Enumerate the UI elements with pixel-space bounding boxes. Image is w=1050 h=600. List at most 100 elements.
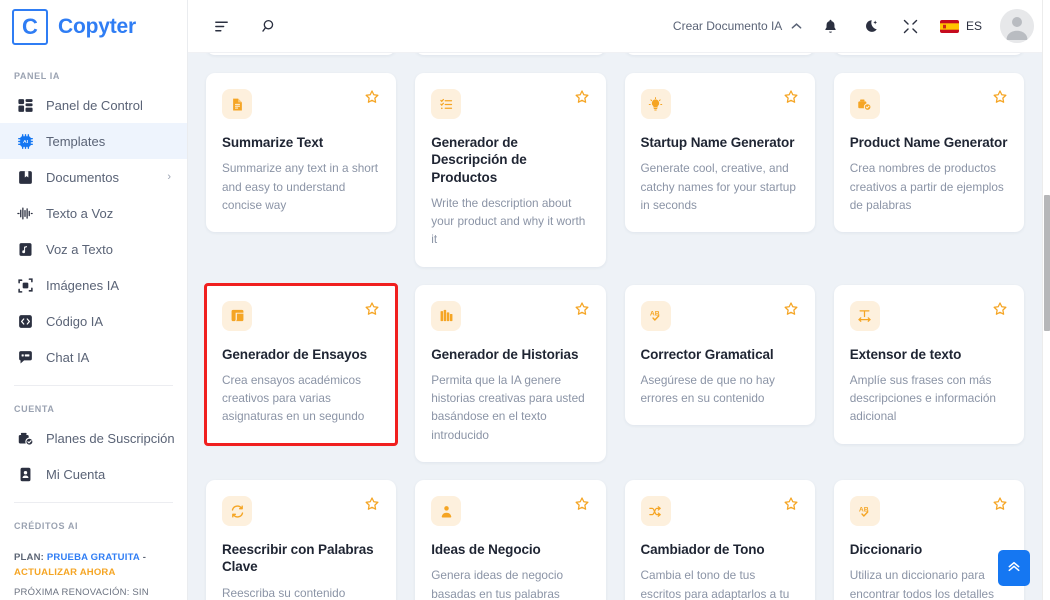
brand-name: Copyter (58, 14, 136, 38)
template-card-generador-de-ensayos[interactable]: Generador de Ensayos Crea ensayos académ… (203, 282, 399, 446)
templates-grid: Summarize Text Summarize any text in a s… (203, 53, 1024, 600)
spain-flag-icon (939, 19, 959, 33)
collapse-icon[interactable] (900, 15, 922, 37)
topbar: Crear Documento IA ES (188, 0, 1050, 53)
vertical-scrollbar[interactable] (1042, 0, 1050, 600)
sidebar-item-texto-a-voz[interactable]: Texto a Voz (0, 195, 187, 231)
template-card[interactable]: Reescribir con Palabras Clave Reescriba … (206, 480, 397, 600)
create-document-button[interactable]: Crear Documento IA (673, 19, 802, 33)
card-description: Permita que la IA genere historias creat… (431, 372, 585, 442)
star-outline-icon[interactable] (574, 496, 590, 512)
card-title: Generador de Ensayos (222, 346, 368, 362)
sidebar-item-panel-de-control[interactable]: Panel de Control (0, 87, 187, 123)
card-header (222, 496, 380, 527)
sidebar-item-label: Mi Cuenta (46, 466, 106, 482)
template-card[interactable]: Product Name Generator Crea nombres de p… (833, 73, 1024, 233)
star-outline-icon[interactable] (364, 89, 380, 105)
account-card-icon (16, 465, 34, 483)
sidebar-item-planes-de-suscripcion[interactable]: Planes de Suscripción (0, 420, 187, 456)
topbar-left-icons (188, 15, 280, 37)
language-code: ES (965, 19, 982, 33)
card-title: Cambiador de Tono (640, 542, 765, 558)
card-clipped-4[interactable] (833, 53, 1024, 55)
lightbulb-icon (640, 89, 671, 119)
sidebar-item-documentos[interactable]: Documentos › (0, 159, 187, 195)
card-description: Asegúrese de que no hay errores en su co… (640, 372, 775, 406)
avatar[interactable] (1000, 9, 1034, 43)
card-clipped-1[interactable] (206, 53, 397, 55)
template-card[interactable]: AB Corrector Gramatical Asegúrese de que… (624, 284, 815, 426)
card-title: Generador de Historias (431, 346, 579, 362)
scrollbar-thumb[interactable] (1044, 195, 1050, 331)
search-icon[interactable] (258, 15, 280, 37)
star-outline-icon[interactable] (992, 89, 1008, 105)
card-header (431, 89, 589, 119)
plan-separator: - (142, 552, 147, 563)
sidebar-section-account-label: CUENTA (14, 404, 55, 414)
sidebar-item-codigo-ia[interactable]: Código IA (0, 303, 187, 339)
credits-spacer (0, 537, 187, 549)
refresh-icon (222, 496, 252, 527)
card-title: Extensor de texto (849, 346, 962, 362)
templates-grid-scroll[interactable]: Summarize Text Summarize any text in a s… (188, 53, 1042, 600)
back-to-top-button[interactable] (998, 550, 1030, 586)
box-check-icon (849, 89, 880, 119)
card-title: Corrector Gramatical (640, 346, 774, 362)
star-outline-icon[interactable] (992, 496, 1008, 512)
star-outline-icon[interactable] (783, 496, 799, 512)
ai-chip-icon: AI (16, 132, 34, 150)
card-description: Generate cool, creative, and catchy name… (640, 161, 796, 212)
sidebar-item-imagenes-ia[interactable]: Imágenes IA (0, 267, 187, 303)
star-outline-icon[interactable] (783, 89, 799, 105)
sidebar-section-credits-label: CRÉDITOS AI (14, 521, 79, 531)
brand[interactable]: C Copyter (0, 0, 187, 53)
card-clipped-2[interactable] (415, 53, 606, 55)
list-menu-icon[interactable] (210, 15, 232, 37)
sidebar-item-mi-cuenta[interactable]: Mi Cuenta (0, 456, 187, 492)
moon-icon[interactable] (860, 15, 882, 37)
main-area: Crear Documento IA ES Summarize Text Sum… (188, 0, 1050, 600)
plan-line: PLAN: PRUEBA GRATUITA - ACTUALIZAR AHORA (14, 551, 173, 580)
sidebar-item-templates[interactable]: AI Templates (0, 123, 187, 159)
template-card[interactable]: Startup Name Generator Generate cool, cr… (624, 73, 815, 233)
template-card[interactable]: Cambiador de Tono Cambia el tono de tus … (624, 480, 815, 600)
star-outline-icon[interactable] (992, 301, 1008, 317)
card-header (849, 89, 1008, 119)
card-title: Reescribir con Palabras Clave (222, 542, 374, 575)
card-description: Summarize any text in a short and easy t… (222, 161, 379, 212)
document-text-icon (222, 89, 252, 119)
sidebar-item-voz-a-texto[interactable]: Voz a Texto (0, 231, 187, 267)
card-title: Startup Name Generator (640, 135, 795, 150)
chevron-right-icon: › (167, 171, 171, 183)
card-description: Crea nombres de productos creativos a pa… (849, 161, 1004, 212)
card-header (431, 496, 590, 527)
sidebar-item-chat-ia[interactable]: Chat IA (0, 339, 187, 375)
expand-text-icon (849, 300, 880, 331)
template-card[interactable]: AB Diccionario Utiliza un diccionario pa… (833, 480, 1024, 600)
card-clipped-3[interactable] (624, 53, 815, 55)
star-outline-icon[interactable] (364, 496, 380, 512)
star-outline-icon[interactable] (574, 89, 590, 105)
template-card[interactable]: Generador de Historias Permita que la IA… (415, 284, 606, 463)
bell-icon[interactable] (820, 15, 842, 37)
template-card[interactable]: Summarize Text Summarize any text in a s… (206, 73, 397, 233)
tone-shuffle-icon (640, 496, 671, 527)
plan-upgrade-link[interactable]: ACTUALIZAR AHORA (14, 567, 116, 578)
star-outline-icon[interactable] (574, 301, 590, 317)
chevron-up-icon[interactable] (791, 21, 802, 33)
star-outline-icon[interactable] (364, 301, 380, 317)
sidebar-item-label: Panel de Control (46, 97, 143, 113)
card-header (222, 300, 380, 331)
waveform-icon (16, 204, 34, 222)
ab-check-icon: AB (640, 300, 671, 331)
template-card[interactable]: Ideas de Negocio Genera ideas de negocio… (415, 480, 606, 600)
star-outline-icon[interactable] (783, 301, 799, 317)
brand-logo-icon: C (12, 8, 48, 45)
template-card[interactable]: Extensor de texto Amplíe sus frases con … (833, 284, 1024, 444)
language-selector[interactable]: ES (939, 19, 982, 33)
checklist-icon (431, 89, 462, 119)
template-card[interactable]: Generador de Descripción de Productos Wr… (415, 73, 606, 267)
sidebar-item-label: Planes de Suscripción (46, 430, 175, 446)
sidebar-divider-2 (14, 502, 173, 503)
documents-icon (16, 168, 34, 186)
